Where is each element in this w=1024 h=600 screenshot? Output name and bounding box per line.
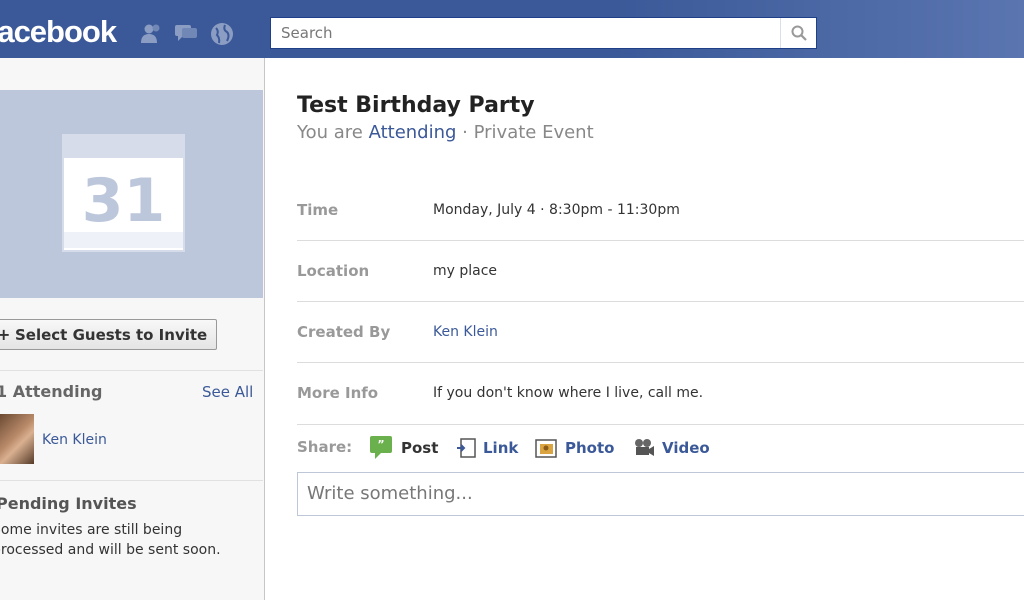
write-something-input[interactable] (298, 473, 1024, 515)
share-label: Share: (297, 438, 353, 456)
pending-invites-heading: Pending Invites (0, 494, 137, 513)
divider (297, 424, 1024, 425)
detail-row-created-by: Created By Ken Klein (297, 302, 1024, 363)
subtitle-suffix: · Private Event (456, 122, 594, 143)
svg-text:”: ” (377, 438, 384, 451)
composer-box (297, 472, 1024, 516)
share-post-label: Post (401, 439, 439, 457)
rsvp-status-link[interactable]: Attending (369, 122, 457, 143)
select-guests-button[interactable]: + Select Guests to Invite (0, 319, 217, 350)
search-button[interactable] (780, 18, 816, 48)
jewel-icons (140, 22, 234, 46)
event-subtitle: You are Attending · Private Event (297, 122, 594, 143)
share-video-button[interactable]: Video (632, 434, 710, 462)
detail-label: Time (297, 201, 339, 219)
facebook-logo[interactable]: facebook (0, 14, 117, 50)
share-link-label: Link (483, 439, 519, 457)
post-speech-bubble-icon: ” (370, 436, 392, 459)
video-camera-icon (635, 439, 654, 456)
detail-row-time: Time Monday, July 4 · 8:30pm - 11:30pm (297, 180, 1024, 241)
share-video-label: Video (662, 439, 710, 457)
divider (0, 480, 263, 481)
top-bar: facebook (0, 0, 1024, 58)
main-content: Test Birthday Party You are Attending · … (266, 58, 1024, 600)
event-picture[interactable]: 31 (0, 90, 263, 298)
search-box (270, 17, 817, 49)
detail-label: Created By (297, 323, 391, 341)
select-guests-label: Select Guests to Invite (15, 325, 208, 344)
plus-icon: + (0, 325, 11, 344)
share-photo-label: Photo (565, 439, 615, 457)
divider (0, 370, 263, 371)
share-link-button[interactable]: Link (455, 434, 518, 462)
link-icon (457, 438, 476, 458)
calendar-icon: 31 (62, 134, 185, 252)
detail-label: Location (297, 262, 370, 280)
left-column: 31 + Select Guests to Invite 1 Attending… (0, 58, 265, 600)
calendar-footer (64, 232, 183, 248)
share-post-button[interactable]: ” Post (369, 434, 438, 462)
subtitle-prefix: You are (297, 122, 369, 143)
search-input[interactable] (271, 18, 781, 48)
messages-icon[interactable] (174, 22, 198, 44)
detail-label: More Info (297, 384, 379, 402)
detail-row-location: Location my place (297, 241, 1024, 302)
calendar-day: 31 (81, 166, 166, 236)
guest-name-link[interactable]: Ken Klein (42, 432, 107, 448)
pending-invites-text: Some invites are still being processed a… (0, 522, 221, 558)
photo-icon (535, 439, 557, 458)
detail-value: Monday, July 4 · 8:30pm - 11:30pm (433, 202, 680, 218)
avatar[interactable] (0, 414, 34, 464)
share-photo-button[interactable]: Photo (535, 434, 614, 462)
detail-value: If you don't know where I live, call me. (433, 385, 704, 401)
detail-row-more-info: More Info If you don't know where I live… (297, 363, 1024, 424)
creator-link[interactable]: Ken Klein (433, 302, 498, 363)
detail-value: my place (433, 263, 498, 279)
notifications-globe-icon[interactable] (210, 22, 234, 46)
calendar-header (64, 136, 183, 158)
search-icon (791, 25, 807, 41)
share-bar: Share: ” Post Link Photo Video (297, 434, 1024, 464)
event-title: Test Birthday Party (297, 93, 535, 118)
friends-icon[interactable] (140, 22, 162, 44)
see-all-link[interactable]: See All (202, 383, 253, 401)
attending-heading: 1 Attending (0, 382, 103, 401)
